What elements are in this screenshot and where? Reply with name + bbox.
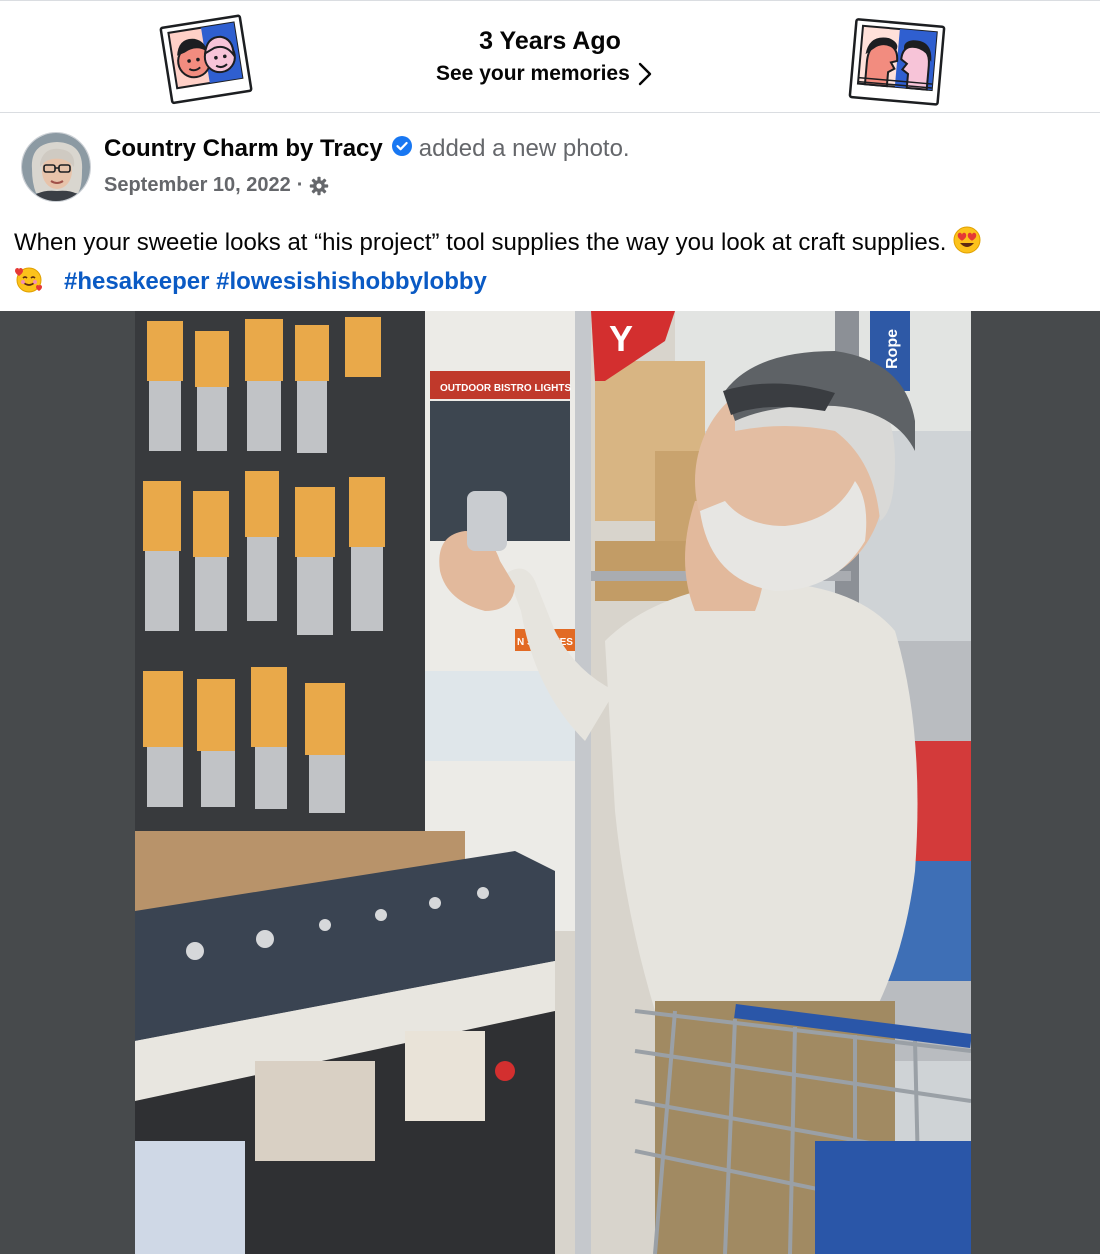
memories-header: 3 Years Ago See your memories	[0, 0, 1100, 113]
post-header: Country Charm by Tracy added a new photo…	[0, 113, 1100, 311]
see-memories-label: See your memories	[436, 62, 630, 85]
memories-kiss-icon	[845, 17, 951, 112]
post-action-text: added a new photo.	[418, 135, 630, 162]
meta-separator: ·	[296, 174, 304, 196]
post-caption: When your sweetie looks at “his project”…	[14, 225, 1090, 303]
photo-backdrop: Rope Y OUTDOOR BISTRO LIGHTS N SHELVES	[0, 311, 1100, 1254]
photo-sign-rope: Rope	[884, 329, 901, 369]
author-name[interactable]: Country Charm by Tracy	[104, 135, 383, 163]
verified-badge-icon	[391, 135, 412, 163]
post-meta: September 10, 2022 ·	[104, 174, 329, 197]
post-photo[interactable]: Rope Y OUTDOOR BISTRO LIGHTS N SHELVES	[135, 311, 971, 1254]
post-date[interactable]: September 10, 2022	[104, 174, 291, 197]
smiling-face-with-hearts-emoji-icon	[14, 265, 44, 303]
gear-icon[interactable]	[309, 176, 329, 196]
avatar[interactable]	[21, 132, 91, 202]
heart-eyes-emoji-icon	[953, 226, 981, 264]
photo-sign-outdoor-lights: OUTDOOR BISTRO LIGHTS	[440, 383, 571, 394]
hashtag-hesakeeper[interactable]: #hesakeeper	[64, 268, 209, 295]
see-memories-link[interactable]: See your memories	[436, 62, 652, 86]
author-line: Country Charm by Tracy added a new photo…	[104, 135, 630, 163]
chevron-right-icon	[638, 62, 651, 86]
photo-sign-y: Y	[609, 318, 633, 359]
hashtag-lowesishishobbylobby[interactable]: #lowesishishobbylobby	[216, 268, 487, 295]
caption-text: When your sweetie looks at “his project”…	[14, 229, 947, 256]
